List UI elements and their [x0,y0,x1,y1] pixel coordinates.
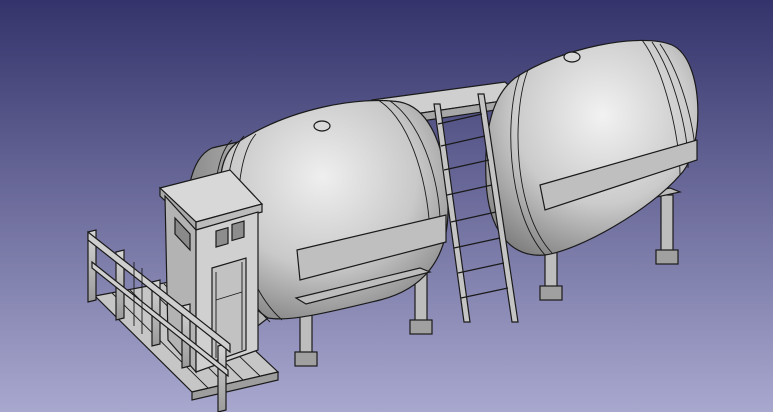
3d-viewport[interactable] [0,0,773,412]
model-view[interactable] [0,0,773,412]
tank-right[interactable] [485,39,699,301]
shed[interactable] [158,169,264,374]
